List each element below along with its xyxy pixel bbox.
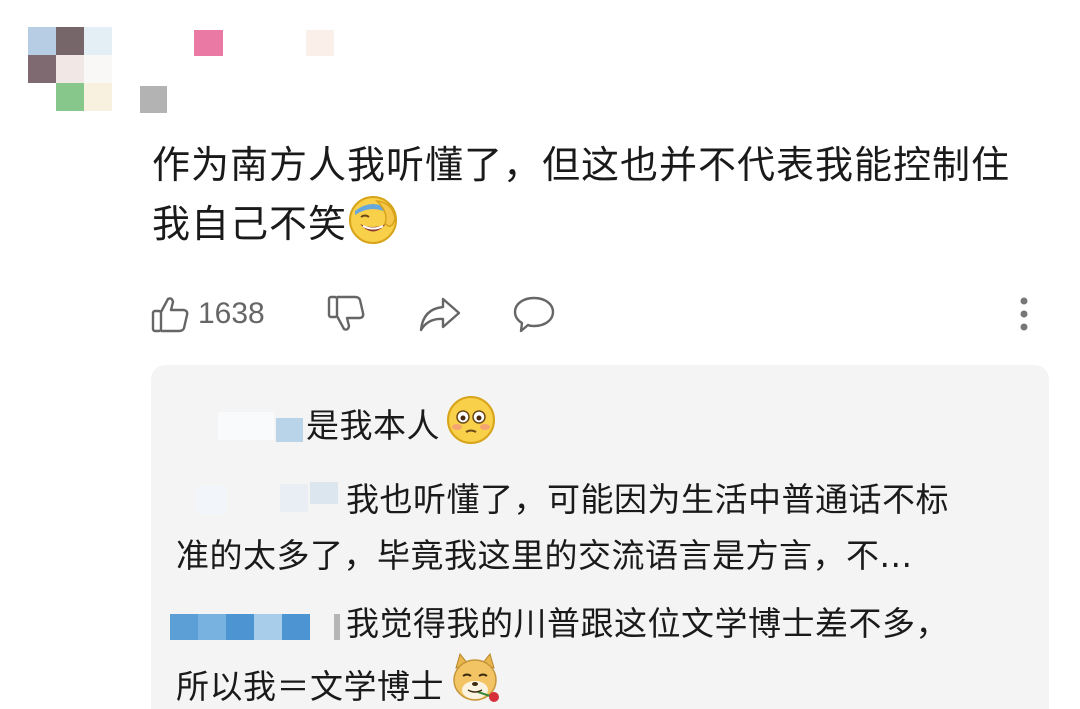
facepalm-laugh-emoji xyxy=(347,193,399,260)
share-button[interactable] xyxy=(418,289,462,339)
reply-line-1: 我也听懂了，可能因为生活中普通话不标 xyxy=(346,480,949,519)
reply-username[interactable] xyxy=(176,408,306,448)
comment-text: 作为南方人我听懂了，但这也并不代表我能控制住 我自己不笑 xyxy=(152,137,1032,260)
doge-rose-emoji xyxy=(448,652,502,709)
reply-thread[interactable]: 是我本人 我也听懂了，可能因为生活中普通话不标 准的太多了，毕竟我这里的交流语言… xyxy=(151,365,1049,709)
thumbs-up-icon xyxy=(150,293,192,335)
more-button[interactable] xyxy=(1018,289,1030,339)
comment-line-2: 我自己不笑 xyxy=(152,202,348,246)
reply-line-1: 我觉得我的川普跟这位文学博士差不多， xyxy=(346,604,949,643)
reply-item[interactable]: 是我本人 xyxy=(176,395,1036,462)
username[interactable] xyxy=(140,30,400,115)
more-vertical-icon xyxy=(1018,293,1030,335)
reply-line-2: 所以我＝文学博士 xyxy=(176,667,444,706)
thumbs-down-icon xyxy=(326,293,368,335)
reply-username[interactable] xyxy=(170,606,346,646)
reply-item[interactable]: 我也听懂了，可能因为生活中普通话不标 准的太多了，毕竟我这里的交流语言是方言，不… xyxy=(176,472,1036,584)
reply-item[interactable]: 我觉得我的川普跟这位文学博士差不多， 所以我＝文学博士 xyxy=(170,596,1036,709)
comment-button[interactable] xyxy=(512,289,556,339)
dislike-button[interactable] xyxy=(326,289,368,339)
avatar[interactable] xyxy=(28,27,112,111)
share-icon xyxy=(418,293,462,335)
like-button[interactable]: 1638 xyxy=(150,289,265,339)
reply-username[interactable] xyxy=(176,481,346,522)
flushed-face-emoji xyxy=(446,395,496,462)
comment-actions: 1638 xyxy=(150,289,1050,339)
like-count: 1638 xyxy=(198,297,265,330)
reply-line-2: 准的太多了，毕竟我这里的交流语言是方言，不... xyxy=(176,536,913,575)
comment-bubble-icon xyxy=(512,293,556,335)
comment-line-1: 作为南方人我听懂了，但这也并不代表我能控制住 xyxy=(152,143,1011,187)
reply-text: 是我本人 xyxy=(306,406,440,445)
